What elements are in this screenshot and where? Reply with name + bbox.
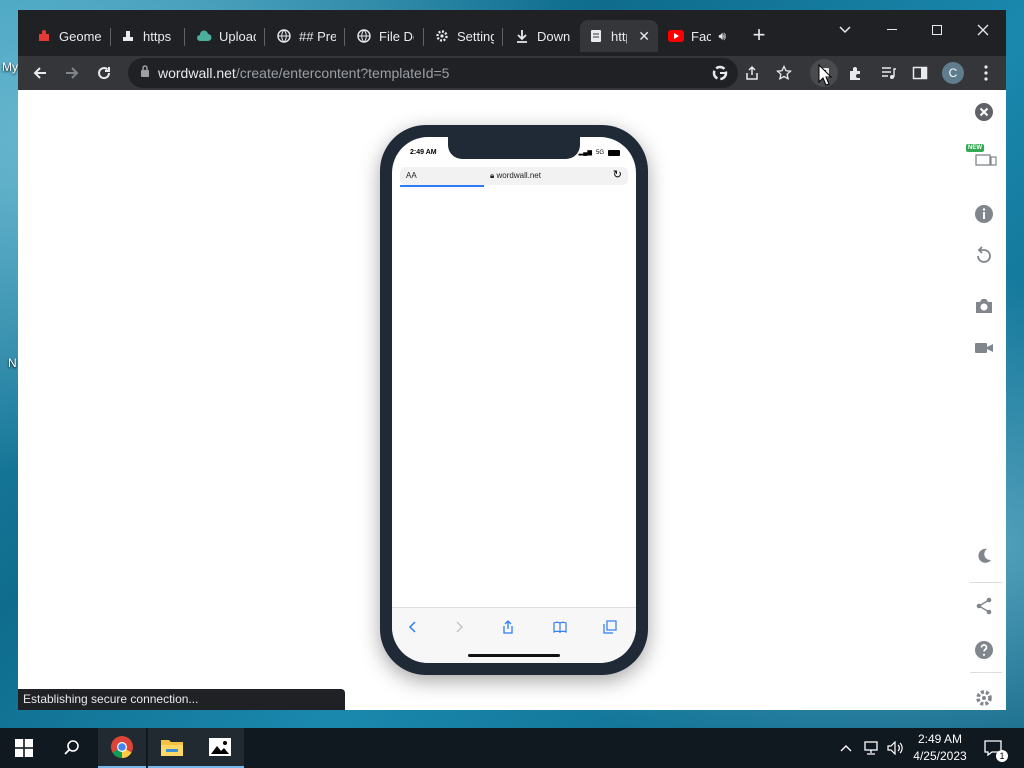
chrome-taskbar-icon[interactable] [98,728,146,768]
new-tab-button[interactable]: + [748,24,770,46]
volume-icon[interactable] [884,728,906,768]
download-icon [514,28,530,44]
battery-icon [608,149,620,156]
dark-mode-moon-icon[interactable] [970,542,998,570]
back-button[interactable] [26,59,54,87]
tab-upload[interactable]: Upload [188,20,264,52]
browser-window: Geome https:// Upload ## Pres File Do Se… [18,10,1006,710]
tab-youtube[interactable]: Fac 🔊︎ [660,20,734,52]
cloud-upload-icon [196,28,212,44]
new-badge: NEW [966,144,984,152]
menu-kebab-icon[interactable] [972,59,1000,87]
stamp-icon [120,28,136,44]
clock-date: 4/25/2023 [913,749,967,763]
tab-geome[interactable]: Geome [28,20,110,52]
help-icon[interactable] [970,636,998,664]
bookmark-star-icon[interactable] [770,59,798,87]
device-switch-icon[interactable]: NEW [966,142,998,174]
share-icon[interactable] [738,59,766,87]
forward-button[interactable] [58,59,86,87]
phone-browser-toolbar [392,607,636,663]
clock-time: 2:49 AM [917,732,963,746]
share-nodes-icon[interactable] [970,592,998,620]
red-extension-icon [36,28,52,44]
network-type: 5G [595,149,604,156]
extensions-puzzle-icon[interactable] [842,59,870,87]
network-icon[interactable] [860,728,882,768]
profile-avatar[interactable]: C [942,62,964,84]
globe-icon [356,28,372,44]
info-icon[interactable] [970,200,998,228]
url-domain: wordwall.net [158,65,236,81]
tab-file-do[interactable]: File Do [348,20,422,52]
globe-icon [276,28,292,44]
text-size-button[interactable]: AA [406,171,417,180]
settings-gear-icon[interactable] [970,684,998,712]
browser-toolbar: wordwall.net/create/entercontent?templat… [18,56,1006,90]
divider [970,582,1002,583]
start-button[interactable] [0,728,48,768]
page-content: 2:49 AM ▂▄▆ 5G AA 🔒︎ wordwall.net ↻ NEW [18,90,1006,710]
minimize-button[interactable] [870,16,914,44]
side-panel-icon[interactable] [906,59,934,87]
tab-active-http[interactable]: http ✕ [580,20,658,52]
address-bar[interactable]: wordwall.net/create/entercontent?templat… [128,58,738,88]
tab-downloads[interactable]: Downlo [506,20,578,52]
divider [970,672,1002,673]
lock-icon: 🔒︎ [490,171,495,180]
file-explorer-icon[interactable] [148,728,196,768]
desktop-icon-label[interactable]: N [8,356,17,370]
google-lens-icon[interactable] [706,59,734,87]
tab-pres[interactable]: ## Pres [268,20,344,52]
notifications-icon[interactable]: 1 [978,728,1008,768]
phone-time: 2:49 AM [410,149,437,156]
show-hidden-icons-chevron[interactable] [836,728,856,768]
phone-share-icon[interactable] [498,618,518,636]
phone-mockup: 2:49 AM ▂▄▆ 5G AA 🔒︎ wordwall.net ↻ [380,125,648,675]
mouse-cursor-icon [818,64,832,86]
tab-settings[interactable]: Setting [426,20,502,52]
camera-icon[interactable] [970,292,998,320]
home-indicator [468,654,560,657]
media-control-icon[interactable] [874,59,902,87]
phone-domain: wordwall.net [496,171,541,180]
phone-address-bar[interactable]: AA 🔒︎ wordwall.net ↻ [400,167,628,185]
notification-count: 1 [996,750,1008,762]
rotate-icon[interactable] [970,242,998,270]
signal-icon: ▂▄▆ [578,150,592,156]
phone-notch [448,137,580,159]
phone-back-icon[interactable] [402,618,422,636]
phone-screen: 2:49 AM ▂▄▆ 5G AA 🔒︎ wordwall.net ↻ [392,137,636,663]
document-icon [588,28,604,44]
phone-forward-icon[interactable] [450,618,470,636]
close-tab-icon[interactable]: ✕ [638,28,650,45]
reload-icon[interactable]: ↻ [613,168,622,181]
maximize-button[interactable] [915,16,959,44]
desktop-icon-label[interactable]: My [2,60,18,74]
phone-status-bar: ▂▄▆ 5G [578,149,620,156]
phone-bookmarks-icon[interactable] [550,618,570,636]
gear-icon [434,28,450,44]
video-camera-icon[interactable] [970,334,998,362]
status-bubble: Establishing secure connection... [18,689,345,710]
windows-taskbar: 2:49 AM 4/25/2023 1 [0,728,1024,768]
close-window-button[interactable] [961,16,1005,44]
speaker-icon[interactable]: 🔊︎ [718,29,726,44]
page-load-progress [400,185,484,187]
url-path: /create/entercontent?templateId=5 [235,65,450,81]
tab-https[interactable]: https:// [112,20,180,52]
phone-tabs-icon[interactable] [600,618,620,636]
tab-search-button[interactable] [823,16,867,44]
lock-icon[interactable] [140,64,150,82]
reload-button[interactable] [90,59,118,87]
system-clock[interactable]: 2:49 AM 4/25/2023 [908,731,972,765]
search-icon[interactable] [48,728,96,768]
close-circle-icon[interactable] [970,98,998,126]
tab-strip: Geome https:// Upload ## Pres File Do Se… [18,10,1006,56]
youtube-icon [668,28,684,44]
photos-icon[interactable] [196,728,244,768]
